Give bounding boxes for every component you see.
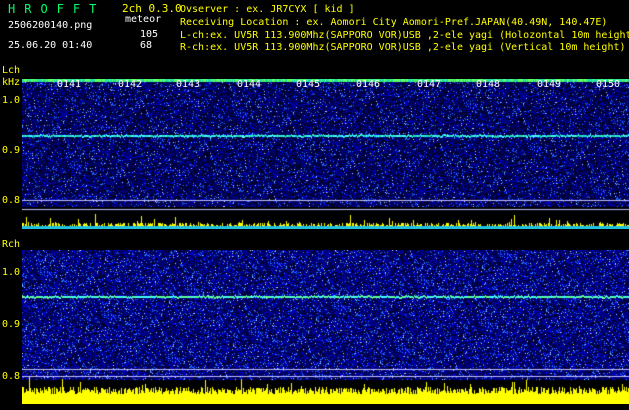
time-label: 0141	[57, 79, 82, 90]
lch-tick-0-8: 0.8	[2, 195, 21, 206]
version-label: 2ch 0.3.0	[122, 2, 182, 15]
time-label: 0143	[176, 79, 201, 90]
app-title: HROFFT	[8, 2, 106, 16]
rch-tick-1-0: 1.0	[2, 267, 21, 278]
location-info: Receiving Location : ex. Aomori City Aom…	[180, 17, 608, 28]
lch-label: Lch	[2, 65, 21, 76]
time-label: 0145	[296, 79, 321, 90]
lch-spectrogram-canvas	[22, 79, 629, 229]
time-label: 0149	[537, 79, 562, 90]
lch-tick-0-9: 0.9	[2, 145, 21, 156]
rch-receiver-info: R-ch:ex. UV5R 113.900Mhz(SAPPORO VOR)USB…	[180, 42, 626, 53]
rch-spectrogram	[22, 250, 629, 404]
rch-tick-0-9: 0.9	[2, 319, 21, 330]
rch-tick-0-8: 0.8	[2, 371, 21, 382]
r-meteor-count: 68	[140, 40, 153, 51]
lch-spectrogram	[22, 79, 629, 229]
lch-receiver-info: L-ch:ex. UV5R 113.900Mhz(SAPPORO VOR)USB…	[180, 30, 629, 41]
freq-unit-label: kHz	[2, 77, 21, 88]
time-label: 0142	[118, 79, 143, 90]
time-label: 0147	[417, 79, 442, 90]
rch-label: Rch	[2, 239, 21, 250]
datetime-label: 25.06.20 01:40	[8, 40, 93, 51]
l-meteor-count: 105	[140, 29, 159, 40]
time-label: 0148	[476, 79, 501, 90]
observer-info: Ovserver : ex. JR7CYX [ kid ]	[180, 4, 355, 15]
meteor-label: meteor	[125, 14, 162, 25]
time-label: 0144	[237, 79, 262, 90]
rch-spectrogram-canvas	[22, 250, 629, 404]
filename-label: 2506200140.png	[8, 20, 93, 31]
time-label: 0150	[596, 79, 621, 90]
lch-tick-1-0: 1.0	[2, 95, 21, 106]
time-label: 0146	[356, 79, 381, 90]
hrofft-window: HROFFT 2ch 0.3.0 2506200140.png meteor 1…	[0, 0, 629, 410]
